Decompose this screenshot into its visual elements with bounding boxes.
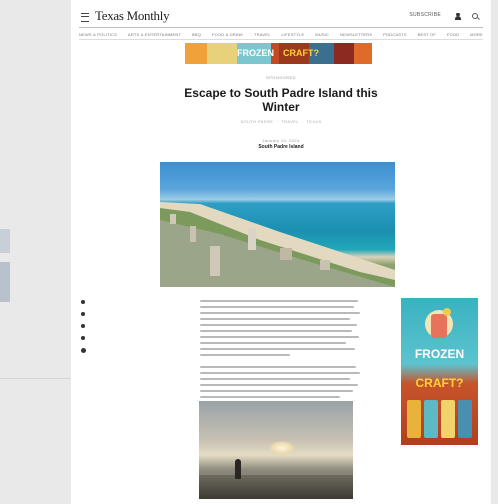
sidebar-ad-text: FROZEN — [414, 347, 465, 361]
tag-link[interactable]: TRAVEL — [281, 119, 299, 124]
nav-item[interactable]: NEWS & POLITICS — [79, 32, 117, 37]
search-icon[interactable] — [472, 13, 478, 19]
browser-edge-tab — [0, 229, 10, 253]
top-bar: Texas Monthly SUBSCRIBE — [71, 6, 491, 28]
tag-link[interactable]: TEXAS — [306, 119, 321, 124]
article-author[interactable]: South Padre Island — [71, 144, 491, 150]
article-page: Texas Monthly SUBSCRIBE NEWS & POLITICS … — [71, 0, 491, 504]
nav-item[interactable]: MUSIC — [315, 32, 329, 37]
drink-illustration — [425, 308, 453, 338]
browser-edge-tab — [0, 262, 10, 302]
nav-item[interactable]: ARTS & ENTERTAINMENT — [128, 32, 181, 37]
nav-item[interactable]: BBQ — [192, 32, 201, 37]
comment-icon[interactable] — [81, 348, 86, 353]
banner-ad-text: CRAFT? — [283, 48, 319, 58]
nav-item[interactable]: LIFESTYLE — [281, 32, 304, 37]
email-icon[interactable] — [81, 336, 85, 340]
subscribe-link[interactable]: SUBSCRIBE — [409, 12, 441, 18]
share-rail — [81, 300, 86, 361]
nav-item[interactable]: NEWSLETTERS — [340, 32, 372, 37]
article-kicker[interactable]: SPONSORED — [71, 75, 491, 80]
photo-reflection — [199, 475, 353, 499]
nav-item[interactable]: PODCASTS — [383, 32, 407, 37]
nav-item[interactable]: FOOD & DRINK — [212, 32, 243, 37]
menu-icon[interactable] — [81, 13, 89, 22]
sidebar-ad-text: CRAFT? — [415, 376, 464, 390]
photo-person — [235, 459, 241, 479]
hero-image-art — [160, 202, 395, 287]
article-date: January 10, 2024 — [262, 138, 300, 143]
article-photo — [199, 401, 353, 499]
nav-item[interactable]: FOOD — [447, 32, 459, 37]
nav-item[interactable]: MORE — [470, 32, 483, 37]
divider — [79, 39, 483, 40]
tag-link[interactable]: SOUTH PADRE — [240, 119, 273, 124]
account-icon[interactable] — [455, 13, 461, 20]
nav-item[interactable]: BEST OF — [418, 32, 436, 37]
article-tags: SOUTH PADRE · TRAVEL · TEXAS — [240, 119, 322, 124]
hero-image — [160, 162, 395, 287]
divider — [79, 27, 483, 28]
site-logo[interactable]: Texas Monthly — [95, 8, 170, 24]
divider — [0, 378, 70, 379]
pinterest-icon[interactable] — [81, 324, 85, 328]
sidebar-ad-cans — [407, 400, 472, 438]
banner-ad[interactable]: FROZEN CRAFT? — [185, 43, 372, 64]
twitter-icon[interactable] — [81, 312, 85, 316]
nav-item[interactable]: TRAVEL — [254, 32, 270, 37]
photo-sun — [269, 441, 295, 455]
article-headline: Escape to South Padre Island this Winter — [184, 86, 378, 114]
facebook-icon[interactable] — [81, 300, 85, 304]
banner-ad-text: FROZEN — [237, 48, 274, 58]
article-body — [200, 300, 360, 402]
main-nav: NEWS & POLITICS ARTS & ENTERTAINMENT BBQ… — [79, 30, 483, 38]
sidebar-ad[interactable]: FROZEN CRAFT? — [401, 298, 478, 445]
